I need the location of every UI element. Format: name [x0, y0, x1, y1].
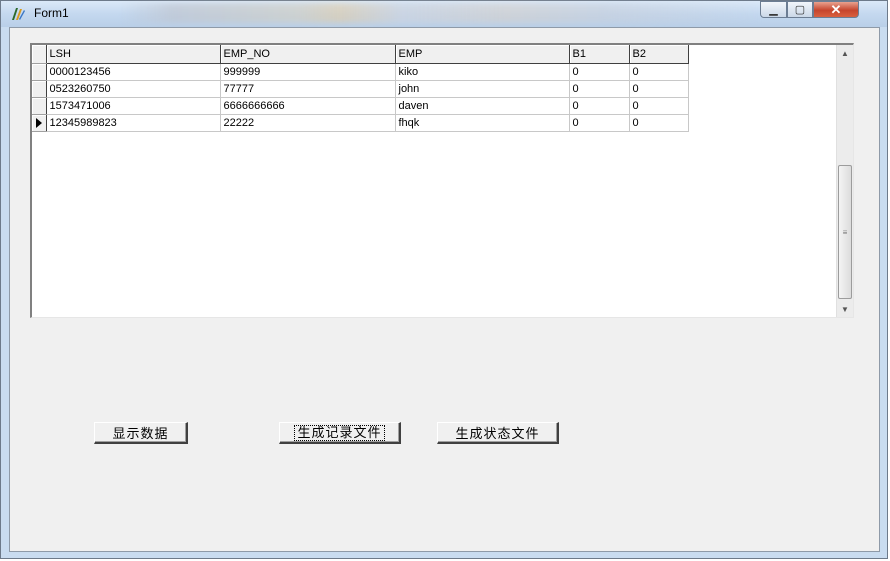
cell-b1[interactable]: 0: [569, 80, 630, 98]
title-bar[interactable]: Form1 ▁ ▢ ✕: [1, 1, 887, 27]
column-header-b2[interactable]: B2: [629, 45, 689, 64]
cell-emp-no[interactable]: 6666666666: [220, 97, 396, 115]
cell-lsh[interactable]: 0523260750: [46, 80, 221, 98]
cell-b1[interactable]: 0: [569, 97, 630, 115]
grid-header-row: LSH EMP_NO EMP B1 B2: [32, 45, 689, 64]
cell-b2[interactable]: 0: [629, 97, 689, 115]
row-selector[interactable]: [32, 114, 47, 132]
form-client-area: LSH EMP_NO EMP B1 B2 0000123456 999999 k…: [9, 27, 880, 552]
row-selector[interactable]: [32, 97, 47, 115]
maximize-button[interactable]: ▢: [787, 1, 813, 18]
cell-b2[interactable]: 0: [629, 63, 689, 81]
make-record-file-button[interactable]: 生成记录文件: [279, 422, 401, 444]
scrollbar-thumb[interactable]: ≡: [838, 165, 852, 299]
cell-b2[interactable]: 0: [629, 114, 689, 132]
data-grid[interactable]: LSH EMP_NO EMP B1 B2 0000123456 999999 k…: [30, 43, 854, 318]
column-header-lsh[interactable]: LSH: [46, 45, 221, 64]
show-data-button[interactable]: 显示数据: [94, 422, 188, 444]
title-bar-blur: [121, 3, 761, 23]
cell-emp-no[interactable]: 22222: [220, 114, 396, 132]
window-title: Form1: [34, 6, 69, 20]
cell-emp[interactable]: daven: [395, 97, 570, 115]
make-record-file-label: 生成记录文件: [294, 424, 385, 441]
show-data-label: 显示数据: [112, 426, 169, 441]
close-icon: ✕: [830, 1, 842, 17]
cell-lsh[interactable]: 1573471006: [46, 97, 221, 115]
minimize-icon: ▁: [769, 4, 778, 16]
row-selector[interactable]: [32, 80, 47, 98]
maximize-icon: ▢: [794, 4, 806, 16]
cell-lsh[interactable]: 0000123456: [46, 63, 221, 81]
cell-lsh[interactable]: 12345989823: [46, 114, 221, 132]
scroll-down-icon: ▼: [841, 304, 849, 314]
cell-emp[interactable]: fhqk: [395, 114, 570, 132]
grip-icon: ≡: [842, 227, 848, 237]
header-corner: [32, 45, 47, 64]
app-icon[interactable]: [10, 6, 26, 22]
cell-b1[interactable]: 0: [569, 63, 630, 81]
row-selector[interactable]: [32, 63, 47, 81]
data-grid-table: LSH EMP_NO EMP B1 B2 0000123456 999999 k…: [32, 45, 689, 132]
cell-emp[interactable]: kiko: [395, 63, 570, 81]
column-header-b1[interactable]: B1: [569, 45, 630, 64]
make-status-file-label: 生成状态文件: [455, 426, 540, 441]
scroll-up-button[interactable]: ▲: [837, 45, 853, 61]
scroll-up-icon: ▲: [841, 48, 849, 58]
close-button[interactable]: ✕: [813, 1, 859, 18]
cell-emp-no[interactable]: 999999: [220, 63, 396, 81]
minimize-button[interactable]: ▁: [760, 1, 787, 18]
make-status-file-button[interactable]: 生成状态文件: [437, 422, 559, 444]
table-row[interactable]: 0000123456 999999 kiko 0 0: [32, 63, 689, 81]
column-header-emp-no[interactable]: EMP_NO: [220, 45, 396, 64]
vertical-scrollbar[interactable]: ▲ ≡ ▼: [836, 45, 853, 317]
column-header-emp[interactable]: EMP: [395, 45, 570, 64]
table-row-current[interactable]: 12345989823 22222 fhqk 0 0: [32, 114, 689, 132]
table-row[interactable]: 1573471006 6666666666 daven 0 0: [32, 97, 689, 115]
scroll-down-button[interactable]: ▼: [837, 301, 853, 317]
table-row[interactable]: 0523260750 77777 john 0 0: [32, 80, 689, 98]
cell-emp-no[interactable]: 77777: [220, 80, 396, 98]
form1-window: Form1 ▁ ▢ ✕ LSH EMP_NO EMP B1 B2 0000123…: [0, 0, 888, 559]
current-row-pointer-icon: [36, 117, 42, 128]
cell-b2[interactable]: 0: [629, 80, 689, 98]
cell-emp[interactable]: john: [395, 80, 570, 98]
cell-b1[interactable]: 0: [569, 114, 630, 132]
